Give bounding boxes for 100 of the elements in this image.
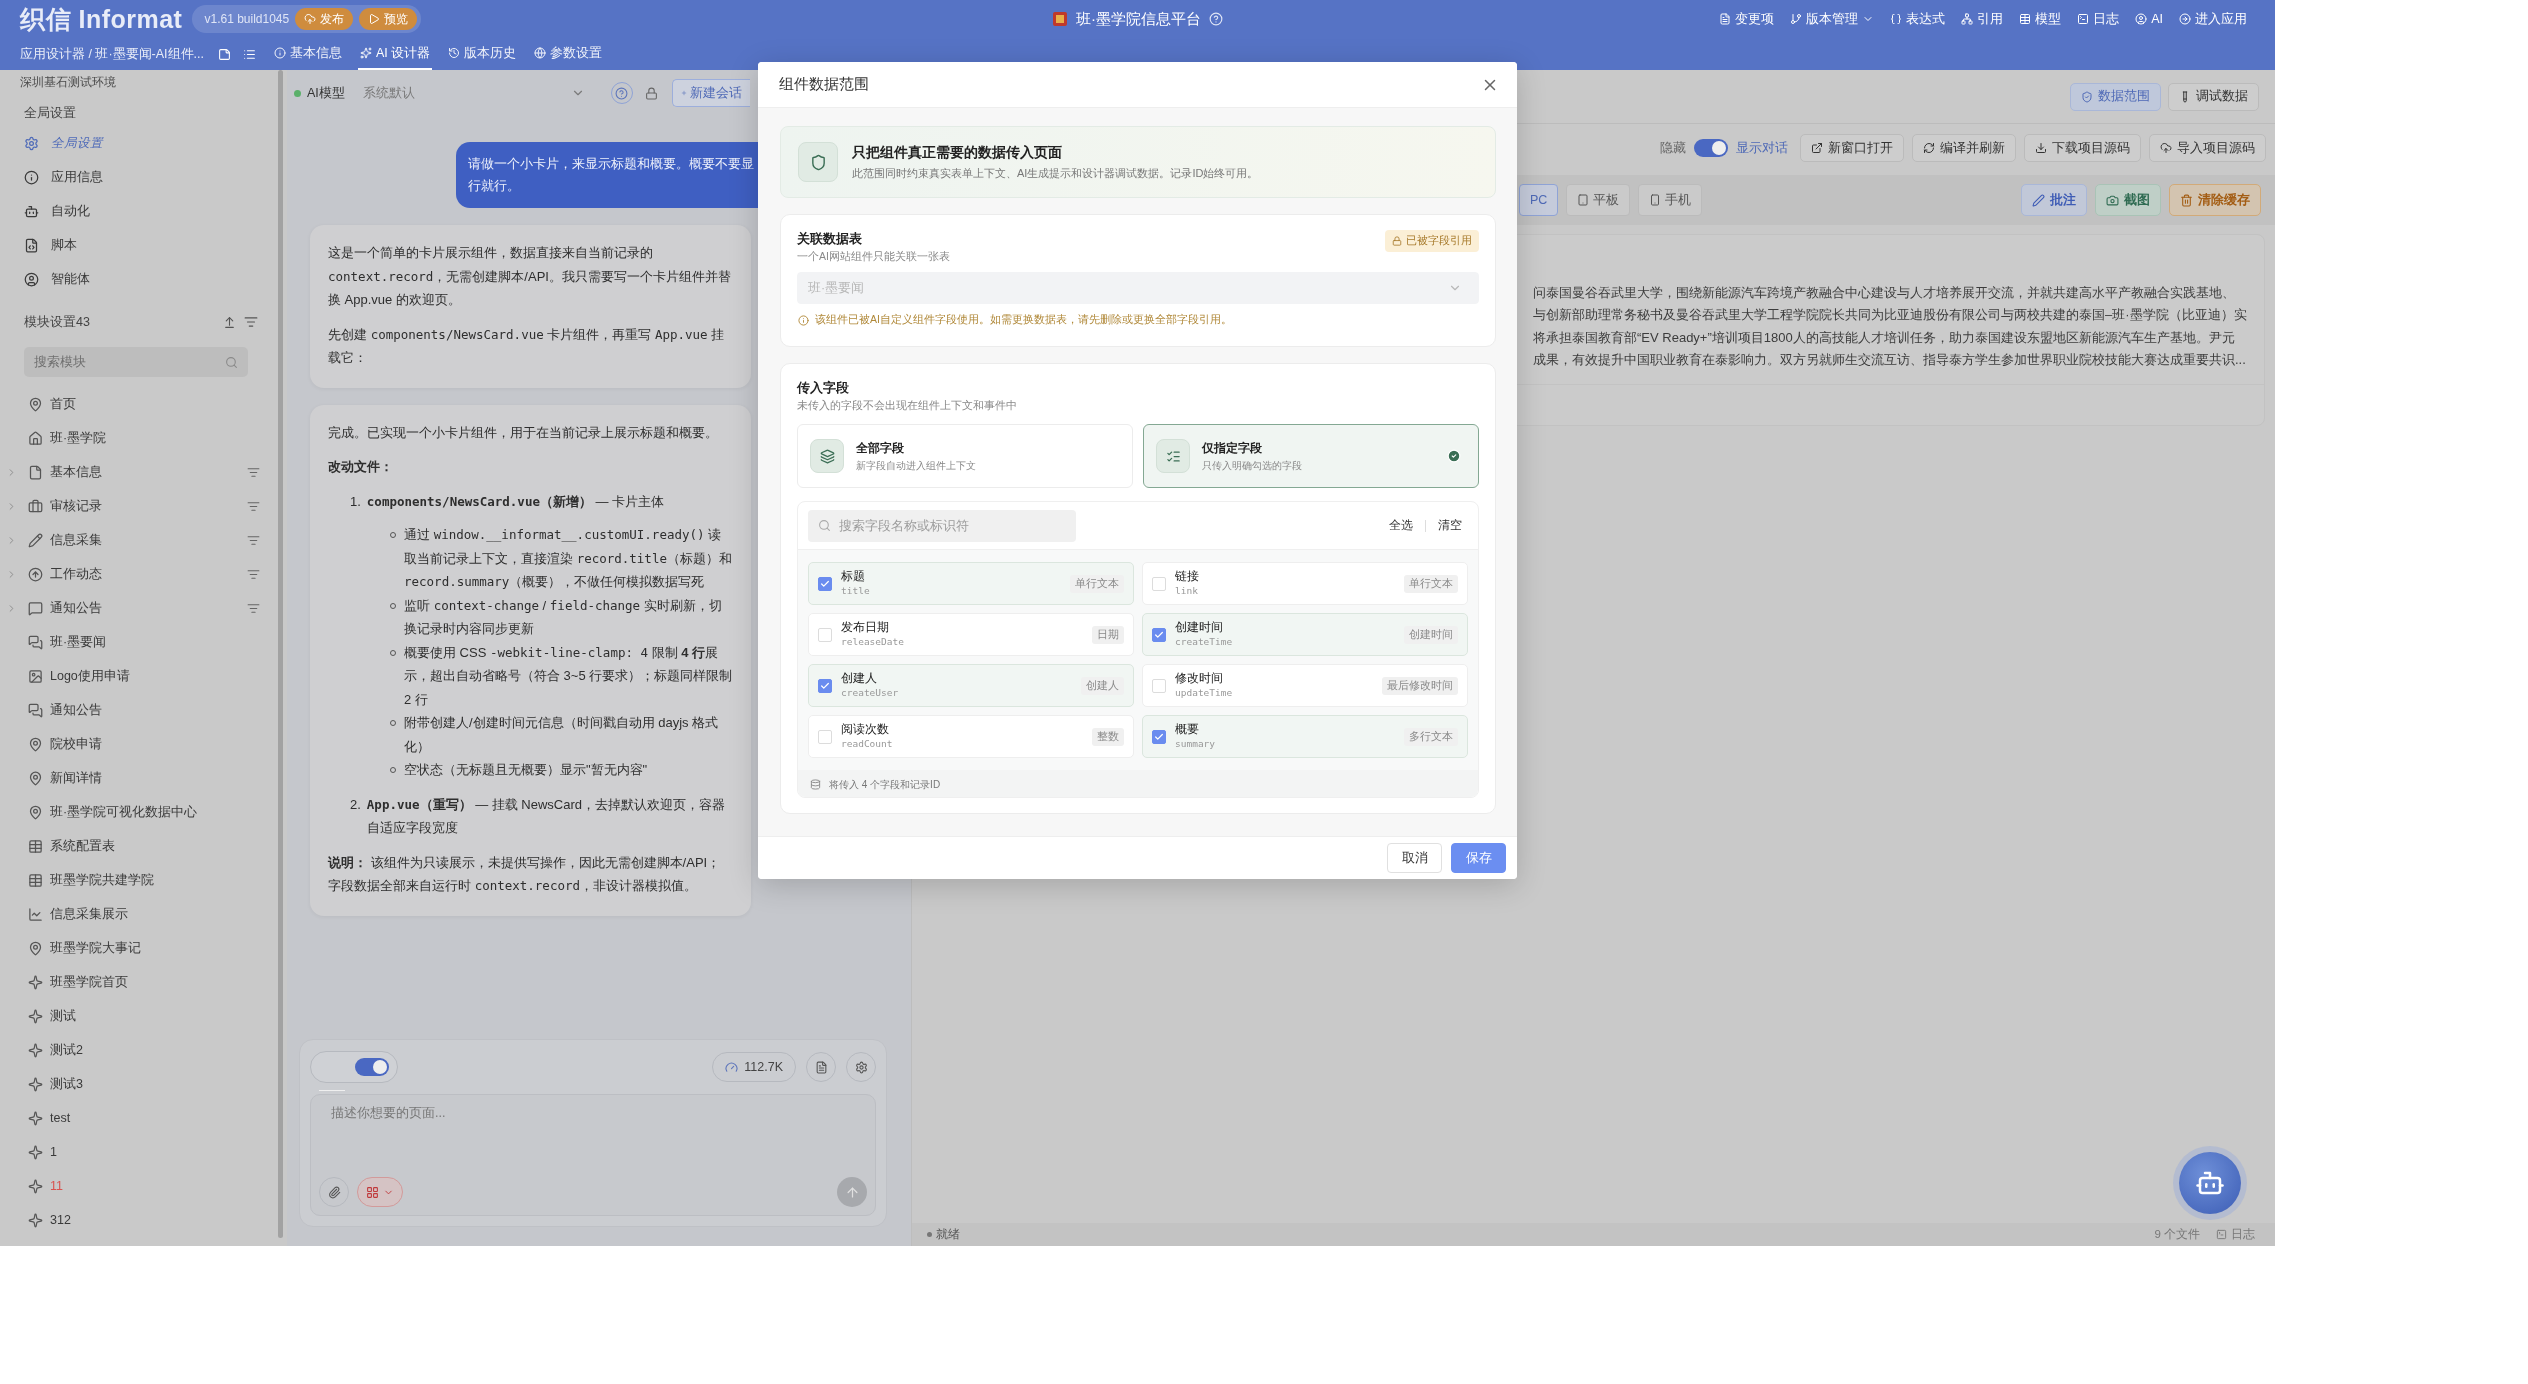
module-item[interactable]: 基本信息 — [0, 455, 272, 489]
tool-button[interactable]: 截图 — [2095, 184, 2161, 216]
field-option[interactable]: 标题 title 单行文本 — [808, 562, 1134, 605]
module-item[interactable]: 312 — [0, 1203, 272, 1237]
new-chat-button[interactable]: 新建会话 — [671, 79, 750, 107]
module-item[interactable]: 审核记录 — [0, 489, 272, 523]
network-icon — [1961, 13, 1974, 25]
message-paragraph: 说明： 该组件为只读展示，未提供写操作，因此无需创建脚本/API；字段数据全部来自运行时 context.record，非设计器模拟值。 — [328, 853, 722, 895]
sidebar-item[interactable]: 脚本 — [0, 228, 272, 262]
prompt-field[interactable]: 描述你想要的页面... — [319, 1105, 867, 1121]
checkbox[interactable] — [818, 576, 832, 591]
filter-icon[interactable] — [247, 465, 260, 479]
field-option[interactable]: 创建人 createUser 创建人 — [808, 664, 1134, 707]
module-item[interactable]: 测试2 — [0, 1033, 272, 1067]
module-item[interactable]: 测试 — [0, 999, 272, 1033]
lock-icon[interactable] — [644, 86, 658, 100]
breadcrumb: 应用设计器 / 班·墨要闻-AI组件... — [20, 45, 204, 63]
tab[interactable]: 基本信息 — [272, 38, 344, 70]
field-option[interactable]: 修改时间 updateTime 最后修改时间 — [1142, 664, 1468, 707]
module-item[interactable]: 班墨学院共建学院 — [0, 863, 272, 897]
module-item[interactable]: 院校申请 — [0, 727, 272, 761]
module-item[interactable]: 新闻详情 — [0, 761, 272, 795]
select-all-link[interactable]: 全选 — [1389, 517, 1413, 534]
toolbar-button[interactable]: 导入项目源码 — [2149, 134, 2266, 162]
menu-item[interactable]: 日志 — [2077, 10, 2120, 28]
module-item[interactable]: 班·墨学院可视化数据中心 — [0, 795, 272, 829]
sidebar-item[interactable]: 智能体 — [0, 262, 272, 296]
field-option[interactable]: 阅读次数 readCount 整数 — [808, 715, 1134, 758]
module-item[interactable]: 1 — [0, 1135, 272, 1169]
menu-item[interactable]: 引用 — [1961, 10, 2004, 28]
device-tab[interactable]: 手机 — [1638, 184, 1703, 216]
menu-item[interactable]: 表达式 — [1890, 10, 1946, 28]
module-item[interactable]: 通知公告 — [0, 591, 272, 625]
module-label: 首页 — [50, 395, 77, 413]
toolbar-button[interactable]: 新窗口打开 — [1800, 134, 1904, 162]
list-icon[interactable] — [243, 47, 256, 61]
globe-icon — [534, 47, 547, 59]
field-option[interactable]: 链接 link 单行文本 — [1142, 562, 1468, 605]
module-item[interactable]: 班·墨要闻 — [0, 625, 272, 659]
table-icon — [2019, 13, 2032, 25]
filter-icon[interactable] — [247, 601, 260, 615]
checkbox[interactable] — [1152, 627, 1166, 642]
image-icon — [28, 668, 43, 684]
module-item[interactable]: 信息采集 — [0, 523, 272, 557]
menu-item[interactable]: 版本管理 — [1790, 10, 1875, 28]
sidebar-item[interactable]: 应用信息 — [0, 160, 272, 194]
toolbar-button[interactable]: 调试数据 — [2168, 82, 2259, 111]
field-option[interactable]: 发布日期 releaseDate 日期 — [808, 613, 1134, 656]
field-option[interactable]: 创建时间 createTime 创建时间 — [1142, 613, 1468, 656]
filter-icon[interactable] — [247, 499, 260, 513]
menu-item[interactable]: 模型 — [2019, 10, 2062, 28]
banner-title: 只把组件真正需要的数据传入页面 — [852, 143, 1063, 162]
module-item[interactable]: 班·墨学院 — [0, 421, 272, 455]
checkbox[interactable] — [1152, 729, 1166, 744]
note-icon[interactable] — [218, 47, 231, 61]
clear-link[interactable]: 清空 — [1438, 517, 1462, 534]
mode-option[interactable]: 仅指定字段 只传入明确勾选的字段 — [1143, 424, 1479, 488]
toolbar-button[interactable]: 编译并刷新 — [1912, 134, 2016, 162]
field-name: 概要 — [1175, 722, 1200, 737]
device-tab[interactable]: 平板 — [1566, 184, 1631, 216]
module-label: 系统配置表 — [50, 837, 116, 855]
send-button[interactable] — [837, 1177, 867, 1207]
filter-icon[interactable] — [244, 315, 258, 329]
module-item[interactable]: 通知公告 — [0, 693, 272, 727]
cancel-button[interactable]: 取消 — [1387, 843, 1442, 873]
tool-button[interactable]: 批注 — [2021, 184, 2087, 216]
section-subtitle: 未传入的字段不会出现在组件上下文和事件中 — [797, 398, 1018, 413]
module-item[interactable]: test — [0, 1101, 272, 1135]
module-item[interactable]: 系统配置表 — [0, 829, 272, 863]
assistant-bot-button[interactable] — [2179, 1152, 2241, 1214]
sidebar-item[interactable]: 自动化 — [0, 194, 272, 228]
filter-icon[interactable] — [247, 567, 260, 581]
field-name: 发布日期 — [841, 620, 890, 635]
checkbox[interactable] — [818, 678, 832, 693]
list-item-text: App.vue（重写） — 挂载 NewsCard，去掉默认欢迎页，容器自适应字段宽度 — [366, 795, 727, 837]
menu-item[interactable]: AI — [2135, 12, 2163, 26]
menu-item[interactable]: 进入应用 — [2179, 10, 2247, 28]
toolbar-button[interactable]: 下载项目源码 — [2024, 134, 2141, 162]
module-item[interactable]: 信息采集展示 — [0, 897, 272, 931]
menu-item[interactable]: 变更项 — [1719, 10, 1775, 28]
field-option[interactable]: 概要 summary 多行文本 — [1142, 715, 1468, 758]
module-item[interactable]: 首页 — [0, 387, 272, 421]
module-item[interactable]: 工作动态 — [0, 557, 272, 591]
mode-option[interactable]: 全部字段 新字段自动进入组件上下文 — [797, 424, 1133, 488]
module-item[interactable]: 班墨学院首页 — [0, 965, 272, 999]
section-title: 传入字段 — [797, 379, 850, 397]
tab[interactable]: 版本历史 — [446, 38, 519, 70]
tab[interactable]: 参数设置 — [532, 38, 605, 70]
module-item[interactable]: 测试3 — [0, 1067, 272, 1101]
module-item[interactable]: Logo使用申请 — [0, 659, 272, 693]
toggle-switch[interactable] — [355, 1058, 389, 1076]
layout-button[interactable] — [357, 1177, 403, 1207]
collapse-icon[interactable] — [223, 315, 236, 329]
search-field[interactable]: 搜索模块 — [24, 347, 248, 377]
filter-icon[interactable] — [247, 533, 260, 547]
module-item[interactable]: 班墨学院大事记 — [0, 931, 272, 965]
pin-icon — [28, 770, 43, 786]
module-label: 312 — [50, 1213, 72, 1227]
search-field[interactable]: 搜索字段名称或标识符 — [808, 509, 1076, 542]
toggle-switch[interactable] — [1694, 139, 1728, 157]
